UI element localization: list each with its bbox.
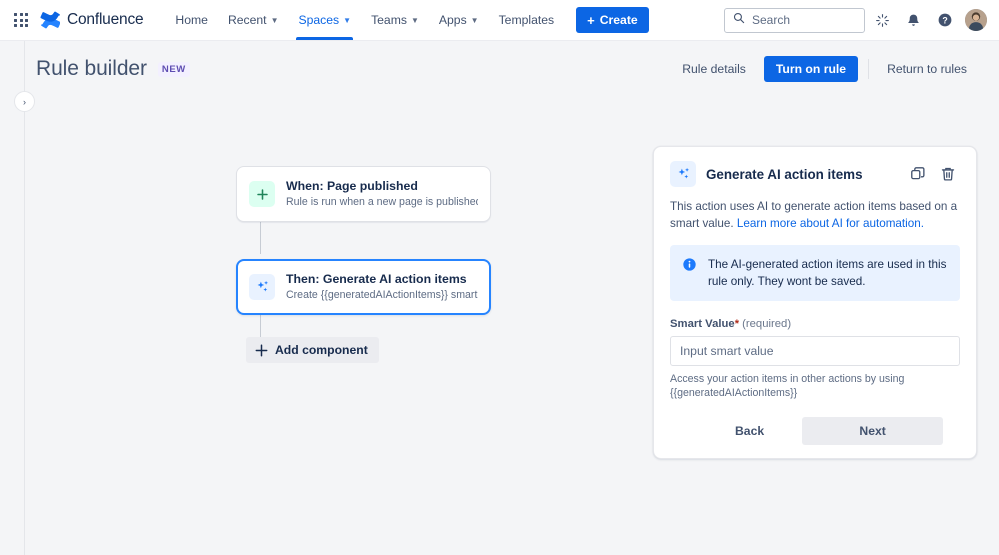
rule-card-when-subtitle: Rule is run when a new page is published… — [286, 195, 478, 210]
plus-icon: + — [587, 14, 595, 27]
info-banner-text: The AI-generated action items are used i… — [708, 256, 948, 290]
search-input[interactable] — [752, 13, 856, 27]
panel-footer: Back Next — [670, 417, 960, 458]
return-to-rules-button[interactable]: Return to rules — [877, 56, 977, 82]
nav-item-teams-label: Teams — [371, 13, 407, 27]
panel-header: Generate AI action items — [670, 161, 960, 187]
required-marker: * — [735, 318, 739, 330]
page-header-actions: Rule details Turn on rule Return to rule… — [672, 56, 977, 82]
add-component-label: Add component — [275, 343, 368, 357]
confluence-brand-name: Confluence — [67, 11, 143, 29]
rule-card-then-subtitle: Create {{generatedAIActionItems}} smart … — [286, 288, 478, 303]
create-button-label: Create — [600, 13, 638, 27]
chevron-down-icon: ▼ — [343, 16, 351, 25]
ai-sparkle-icon — [670, 161, 696, 187]
confluence-logo-icon — [40, 10, 60, 30]
plus-icon — [249, 181, 275, 207]
top-navigation-bar: Confluence Home Recent ▼ Spaces ▼ Teams … — [0, 0, 999, 41]
rule-card-when[interactable]: When: Page published Rule is run when a … — [236, 166, 491, 222]
smart-value-help-text: Access your action items in other action… — [670, 372, 960, 400]
ai-sparkle-icon — [249, 274, 275, 300]
sparkle-burst-icon[interactable] — [869, 7, 896, 34]
page-title: Rule builder — [36, 57, 147, 81]
turn-on-rule-button[interactable]: Turn on rule — [764, 56, 858, 82]
next-button[interactable]: Next — [802, 417, 943, 445]
nav-item-teams[interactable]: Teams ▼ — [361, 0, 429, 40]
copy-icon[interactable] — [906, 162, 930, 186]
rule-card-then-title: Then: Generate AI action items — [286, 271, 478, 287]
search-box[interactable] — [724, 8, 865, 33]
nav-item-recent[interactable]: Recent ▼ — [218, 0, 289, 40]
panel-title: Generate AI action items — [706, 167, 863, 182]
chevron-right-icon: › — [23, 97, 26, 107]
nav-right-actions: ? — [724, 7, 987, 34]
trash-icon[interactable] — [936, 162, 960, 186]
panel-description: This action uses AI to generate action i… — [670, 198, 960, 232]
action-config-panel: Generate AI action items — [653, 146, 977, 459]
page-header: Rule builder NEW Rule details Turn on ru… — [36, 56, 977, 82]
confluence-brand-link[interactable]: Confluence — [40, 10, 143, 30]
nav-item-home-label: Home — [175, 13, 208, 27]
smart-value-label: Smart Value* (required) — [670, 318, 960, 330]
rule-flow-canvas: When: Page published Rule is run when a … — [236, 166, 536, 363]
chevron-down-icon: ▼ — [471, 16, 479, 25]
back-button[interactable]: Back — [721, 417, 778, 445]
chevron-down-icon: ▼ — [271, 16, 279, 25]
help-question-icon[interactable]: ? — [931, 7, 958, 34]
notifications-bell-icon[interactable] — [900, 7, 927, 34]
page-body: › Rule builder NEW Rule details Turn on … — [0, 41, 999, 555]
nav-item-spaces[interactable]: Spaces ▼ — [288, 0, 361, 40]
avatar[interactable] — [965, 9, 987, 31]
nav-item-templates-label: Templates — [499, 13, 555, 27]
flow-connector-1 — [260, 217, 261, 254]
primary-nav-items: Home Recent ▼ Spaces ▼ Teams ▼ Apps ▼ Te… — [165, 0, 564, 40]
panel-header-actions — [906, 162, 960, 186]
header-divider — [868, 59, 869, 79]
smart-value-label-text: Smart Value — [670, 318, 735, 330]
nav-item-recent-label: Recent — [228, 13, 267, 27]
nav-item-apps[interactable]: Apps ▼ — [429, 0, 489, 40]
nav-item-spaces-label: Spaces — [298, 13, 339, 27]
app-switcher-icon[interactable] — [10, 9, 32, 31]
plus-icon — [255, 344, 268, 357]
rule-card-when-title: When: Page published — [286, 178, 478, 194]
rule-details-button[interactable]: Rule details — [672, 56, 756, 82]
search-icon — [733, 11, 745, 29]
smart-value-input[interactable] — [670, 336, 960, 366]
info-circle-icon — [682, 257, 697, 277]
rule-card-then-text: Then: Generate AI action items Create {{… — [286, 271, 478, 303]
info-banner: The AI-generated action items are used i… — [670, 245, 960, 301]
rule-card-when-text: When: Page published Rule is run when a … — [286, 178, 478, 210]
create-button[interactable]: + Create — [576, 7, 649, 33]
nav-item-templates[interactable]: Templates — [489, 0, 565, 40]
nav-item-home[interactable]: Home — [165, 0, 218, 40]
svg-text:?: ? — [942, 16, 947, 26]
sidebar-divider — [24, 41, 25, 555]
chevron-down-icon: ▼ — [411, 16, 419, 25]
new-badge: NEW — [158, 62, 190, 77]
expand-sidebar-button[interactable]: › — [14, 91, 35, 112]
rule-card-then[interactable]: Then: Generate AI action items Create {{… — [236, 259, 491, 315]
required-hint: (required) — [742, 318, 791, 330]
learn-more-link[interactable]: Learn more about AI for automation. — [737, 217, 924, 230]
nav-item-apps-label: Apps — [439, 13, 467, 27]
add-component-button[interactable]: Add component — [246, 337, 379, 363]
